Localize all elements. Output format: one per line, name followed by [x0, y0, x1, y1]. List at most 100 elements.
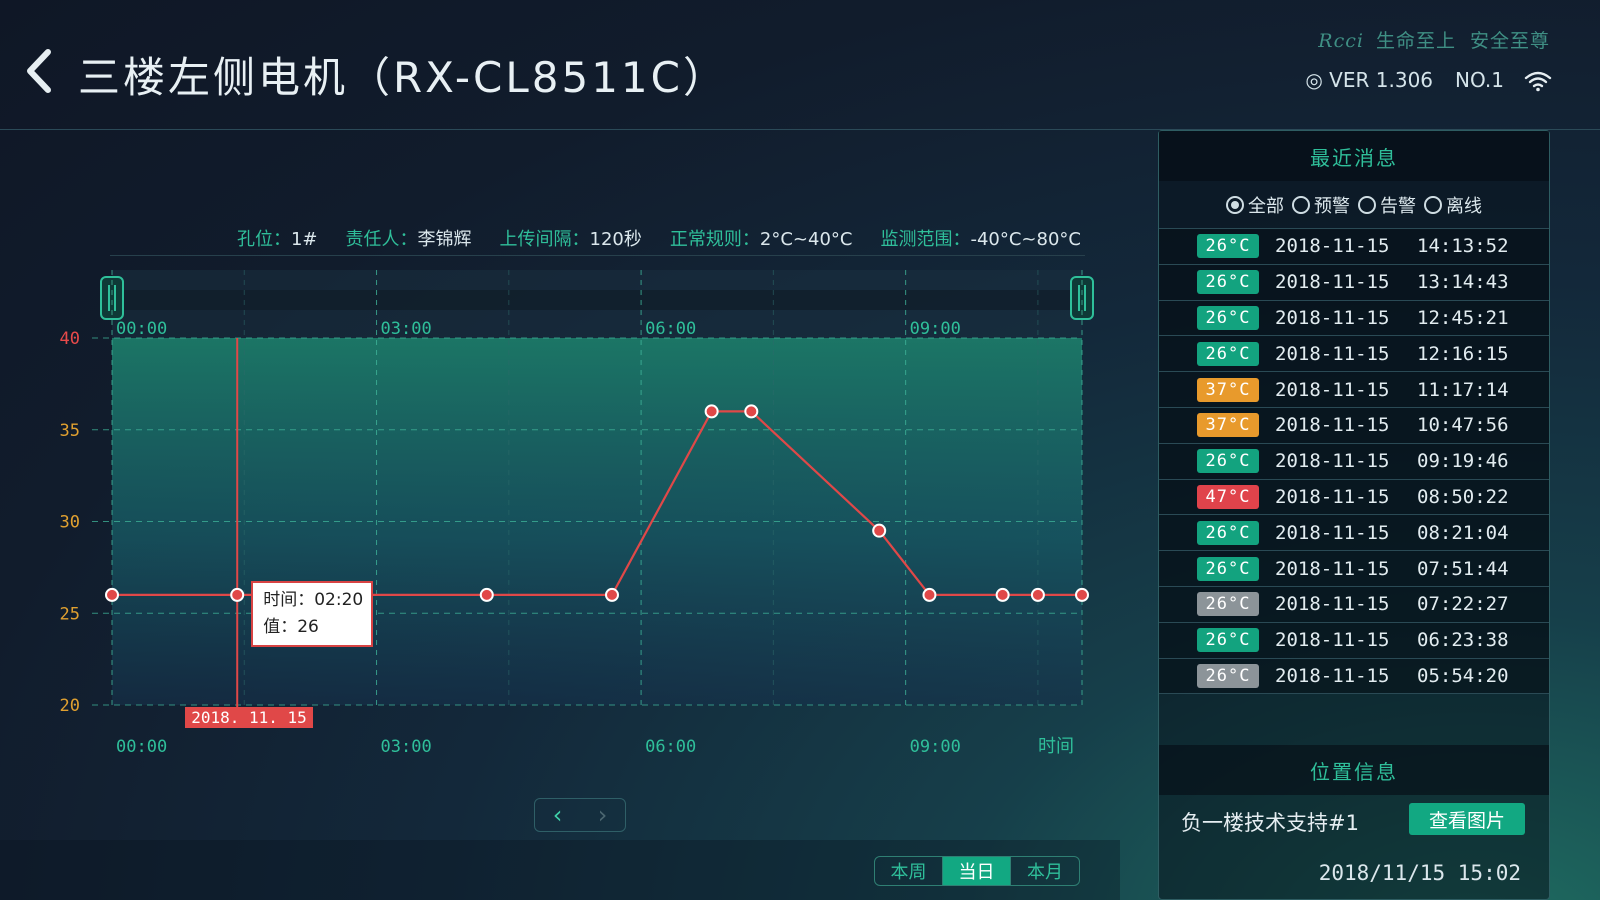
- message-time: 10:47:56: [1417, 414, 1509, 437]
- data-point: [872, 523, 887, 538]
- device-number: NO.1: [1455, 68, 1504, 92]
- message-row[interactable]: 26°C 2018-11-15 05:54:20: [1159, 658, 1549, 695]
- message-row[interactable]: 26°C 2018-11-15 07:22:27: [1159, 586, 1549, 623]
- prev-page-button[interactable]: ‹: [535, 799, 580, 831]
- back-arrow-icon[interactable]: [22, 46, 56, 96]
- temperature-badge: 26°C: [1197, 449, 1259, 474]
- message-row[interactable]: 47°C 2018-11-15 08:50:22: [1159, 479, 1549, 516]
- slider-tick-label: 06:00: [645, 319, 696, 339]
- message-date: 2018-11-15: [1275, 306, 1390, 329]
- temperature-badge: 26°C: [1197, 628, 1259, 653]
- message-date: 2018-11-15: [1275, 629, 1390, 652]
- slider-tick-label: 03:00: [381, 319, 432, 339]
- tab-day[interactable]: 当日: [943, 857, 1011, 885]
- tooltip-time: 时间：02:20: [263, 589, 364, 610]
- data-point: [995, 587, 1010, 602]
- message-row[interactable]: 37°C 2018-11-15 11:17:14: [1159, 372, 1549, 408]
- message-row[interactable]: 26°C 2018-11-15 12:16:15: [1159, 336, 1549, 373]
- message-date: 2018-11-15: [1275, 235, 1390, 258]
- version-info: ◎ VER 1.306 NO.1: [1305, 68, 1504, 92]
- chart-tooltip: 时间：02:20 值：26: [251, 580, 374, 647]
- radio-icon: [1358, 195, 1376, 214]
- wifi-icon: [1524, 71, 1552, 92]
- zoom-slider-bar: [112, 290, 1082, 310]
- message-time: 08:21:04: [1417, 521, 1509, 544]
- slider-tick-label: 00:00: [116, 319, 167, 339]
- temperature-badge: 37°C: [1197, 377, 1259, 402]
- temperature-badge: 26°C: [1197, 270, 1259, 295]
- message-time: 12:45:21: [1417, 306, 1509, 329]
- message-date: 2018-11-15: [1275, 414, 1390, 437]
- message-row[interactable]: 26°C 2018-11-15 09:19:46: [1159, 443, 1549, 480]
- tooltip-value: 值：26: [263, 616, 319, 637]
- message-time: 13:14:43: [1417, 271, 1509, 294]
- message-panel: 最近消息 全部 预警 告警 离线 26°C 2018-11-15 14:13:52 2…: [1158, 130, 1550, 900]
- radio-icon: [1292, 195, 1310, 214]
- temperature-badge: 37°C: [1197, 413, 1259, 438]
- message-row[interactable]: 26°C 2018-11-15 14:13:52: [1159, 229, 1549, 265]
- message-date: 2018-11-15: [1275, 664, 1390, 687]
- message-row[interactable]: 26°C 2018-11-15 06:23:38: [1159, 622, 1549, 659]
- message-date: 2018-11-15: [1275, 450, 1390, 473]
- data-point: [604, 587, 619, 602]
- x-axis-label: 时间: [1038, 736, 1074, 757]
- message-time: 11:17:14: [1417, 378, 1509, 401]
- chart-area: 孔位：1# 责任人：李锦辉 上传间隔：120秒 正常规则：2°C~40°C 监测…: [0, 130, 1120, 900]
- message-date: 2018-11-15: [1275, 342, 1390, 365]
- temperature-badge: 26°C: [1197, 234, 1259, 259]
- page-title: 三楼左侧电机（RX-CL8511C）: [78, 53, 728, 102]
- data-point: [704, 404, 719, 419]
- data-point: [1030, 587, 1045, 602]
- header-bar: 三楼左侧电机（RX-CL8511C） Rcci 生命至上 安全至尊 ◎ VER 1.…: [0, 0, 1600, 130]
- message-date: 2018-11-15: [1275, 378, 1390, 401]
- slider-tick-label: 09:00: [910, 319, 961, 339]
- message-row[interactable]: 26°C 2018-11-15 12:45:21: [1159, 300, 1549, 337]
- message-time: 07:22:27: [1417, 593, 1509, 616]
- temperature-line-chart: 40 35 30 25 20 00:00 00:00 03:00 03:00 06:00 06:00…: [60, 270, 1094, 757]
- message-list: 26°C 2018-11-15 14:13:52 26°C 2018-11-15 13:1…: [1159, 229, 1549, 695]
- messages-title: 最近消息: [1159, 131, 1549, 181]
- message-date: 2018-11-15: [1275, 593, 1390, 616]
- data-point: [744, 404, 759, 419]
- x-tick-label: 09:00: [910, 737, 961, 757]
- version-label: ◎ VER 1.306: [1305, 68, 1434, 92]
- filter-offline[interactable]: 离线: [1424, 192, 1482, 218]
- location-title: 位置信息: [1159, 745, 1549, 795]
- data-point: [230, 587, 245, 602]
- message-date: 2018-11-15: [1275, 485, 1390, 508]
- tab-week[interactable]: 本周: [875, 857, 943, 885]
- message-time: 05:54:20: [1417, 664, 1509, 687]
- location-name: 负一楼技术支持#1: [1181, 811, 1359, 835]
- y-tick-label: 25: [60, 604, 80, 624]
- filter-all[interactable]: 全部: [1226, 192, 1284, 218]
- message-date: 2018-11-15: [1275, 271, 1390, 294]
- slogan-text-1: 生命至上: [1375, 30, 1456, 52]
- message-row[interactable]: 26°C 2018-11-15 08:21:04: [1159, 515, 1549, 552]
- message-time: 14:13:52: [1417, 235, 1509, 258]
- message-row[interactable]: 37°C 2018-11-15 10:47:56: [1159, 407, 1549, 444]
- next-page-button[interactable]: ›: [580, 799, 625, 831]
- tab-month[interactable]: 本月: [1011, 857, 1079, 885]
- brand-slogan: Rcci 生命至上 安全至尊: [1318, 26, 1550, 53]
- range-tabs: 本周 当日 本月: [874, 856, 1080, 886]
- filter-alarm[interactable]: 告警: [1358, 192, 1416, 218]
- y-tick-label: 40: [60, 329, 80, 349]
- filter-warning[interactable]: 预警: [1292, 192, 1350, 218]
- temperature-badge: 26°C: [1197, 592, 1259, 617]
- temperature-badge: 26°C: [1197, 305, 1259, 330]
- radio-icon: [1424, 195, 1442, 214]
- message-time: 08:50:22: [1417, 485, 1509, 508]
- date-marker: 2018. 11. 15: [185, 707, 313, 728]
- y-tick-label: 30: [60, 513, 80, 533]
- view-image-button[interactable]: 查看图片: [1409, 803, 1525, 835]
- message-row[interactable]: 26°C 2018-11-15 13:14:43: [1159, 264, 1549, 301]
- x-tick-label: 00:00: [116, 737, 167, 757]
- message-time: 06:23:38: [1417, 629, 1509, 652]
- message-time: 09:19:46: [1417, 450, 1509, 473]
- message-row[interactable]: 26°C 2018-11-15 07:51:44: [1159, 551, 1549, 587]
- message-filters: 全部 预警 告警 离线: [1159, 181, 1549, 229]
- data-point: [479, 587, 494, 602]
- message-time: 12:16:15: [1417, 342, 1509, 365]
- brand-logo: Rcci: [1318, 30, 1364, 52]
- x-tick-label: 03:00: [381, 737, 432, 757]
